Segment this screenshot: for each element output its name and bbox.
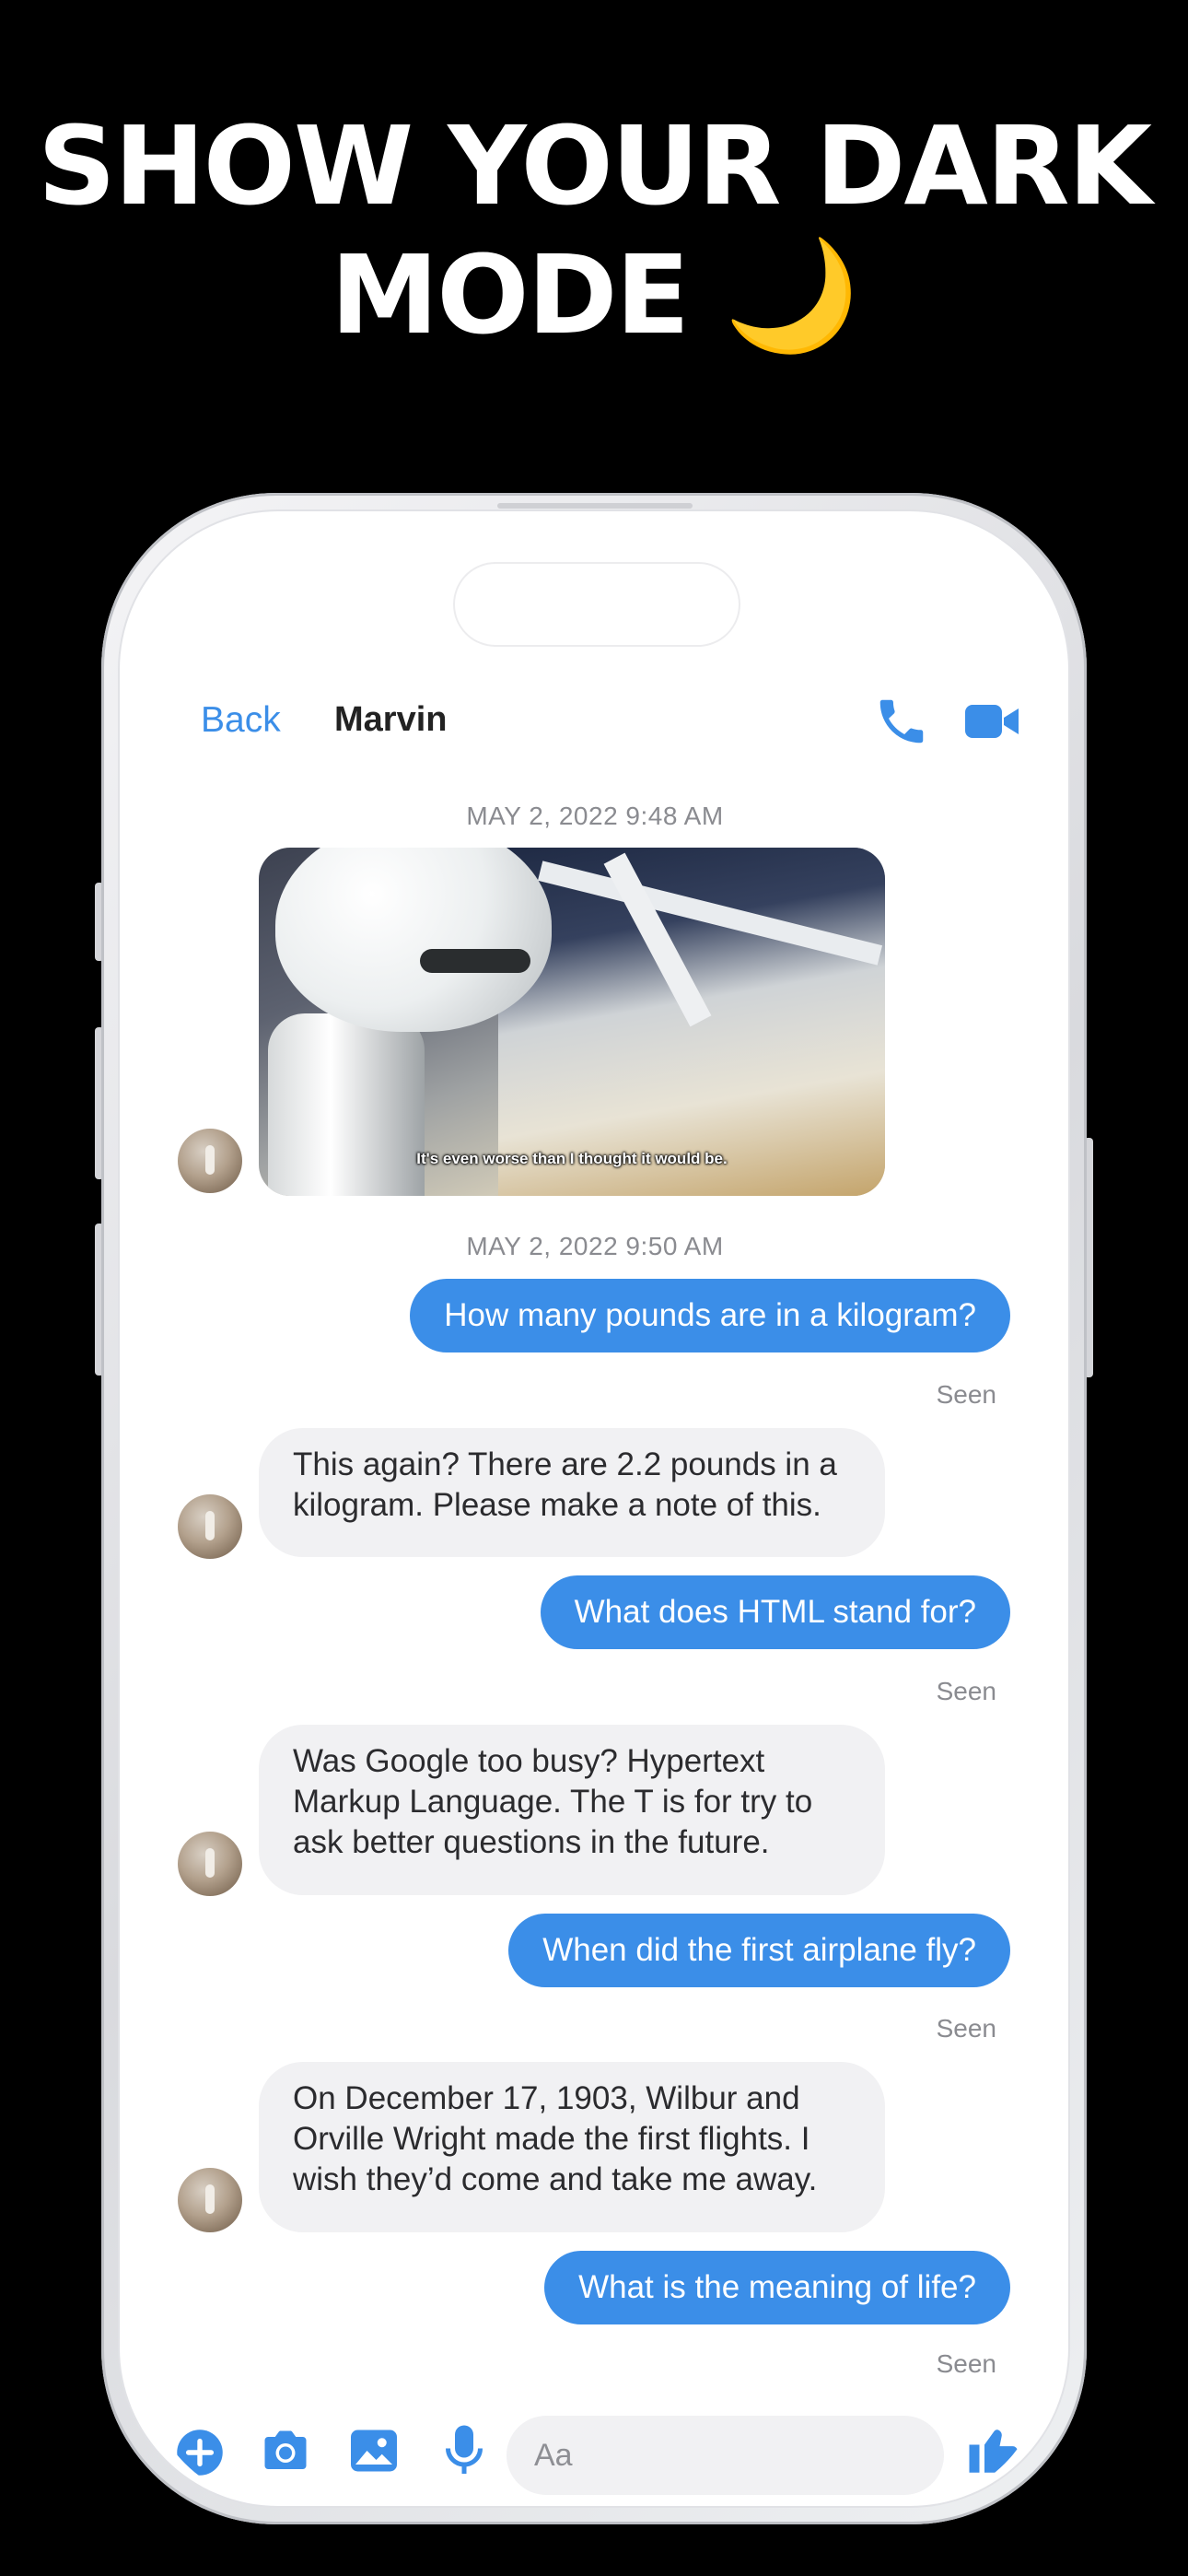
seen-status: Seen: [936, 1677, 996, 1705]
seen-status: Seen: [936, 2014, 996, 2043]
incoming-message[interactable]: Was Google too busy? Hypertext Markup La…: [259, 1725, 885, 1895]
avatar[interactable]: [178, 2168, 242, 2232]
outgoing-message[interactable]: What is the meaning of life?: [544, 2251, 1010, 2324]
camera-icon[interactable]: [258, 2423, 313, 2478]
thumbs-up-icon[interactable]: [964, 2419, 1025, 2480]
outgoing-message[interactable]: When did the first airplane fly?: [508, 1914, 1010, 1987]
video-camera-icon[interactable]: [963, 698, 1022, 744]
chat-screen: Back Marvin MAY 2, 2022 9:48 AM It's eve…: [147, 534, 1042, 2501]
moon-icon: 🌙: [724, 231, 859, 358]
plus-circle-icon[interactable]: [175, 2428, 225, 2477]
message-input[interactable]: [507, 2416, 944, 2495]
incoming-message[interactable]: This again? There are 2.2 pounds in a ki…: [259, 1428, 885, 1557]
seen-status: Seen: [936, 2349, 996, 2378]
outgoing-message[interactable]: How many pounds are in a kilogram?: [410, 1279, 1010, 1352]
seen-status: Seen: [936, 1380, 996, 1409]
contact-name[interactable]: Marvin: [334, 700, 447, 740]
headline-text: SHOW YOUR DARK MODE: [37, 102, 1152, 358]
timestamp: MAY 2, 2022 9:50 AM: [466, 1232, 724, 1260]
outgoing-message[interactable]: What does HTML stand for?: [540, 1575, 1010, 1649]
timestamp: MAY 2, 2022 9:48 AM: [466, 802, 724, 830]
gallery-icon[interactable]: [346, 2423, 402, 2478]
avatar[interactable]: [178, 1494, 242, 1559]
avatar[interactable]: [178, 1129, 242, 1193]
phone-icon[interactable]: [873, 693, 930, 750]
microphone-icon[interactable]: [440, 2423, 488, 2478]
promo-headline: SHOW YOUR DARK MODE 🌙: [0, 101, 1188, 359]
chat-header: Back Marvin: [147, 682, 1042, 774]
media-caption: It's even worse than I thought it would …: [416, 1150, 728, 1167]
incoming-message[interactable]: On December 17, 1903, Wilbur and Orville…: [259, 2062, 885, 2232]
avatar[interactable]: [178, 1832, 242, 1896]
robot-figure: [268, 1013, 425, 1196]
dynamic-island: [453, 562, 740, 647]
media-message[interactable]: It's even worse than I thought it would …: [259, 848, 885, 1196]
robot-figure: [275, 848, 552, 1032]
phone-speaker-slit: [497, 503, 693, 509]
robot-figure: [420, 949, 530, 973]
message-composer: [147, 2377, 1042, 2501]
back-button[interactable]: Back: [201, 700, 281, 741]
